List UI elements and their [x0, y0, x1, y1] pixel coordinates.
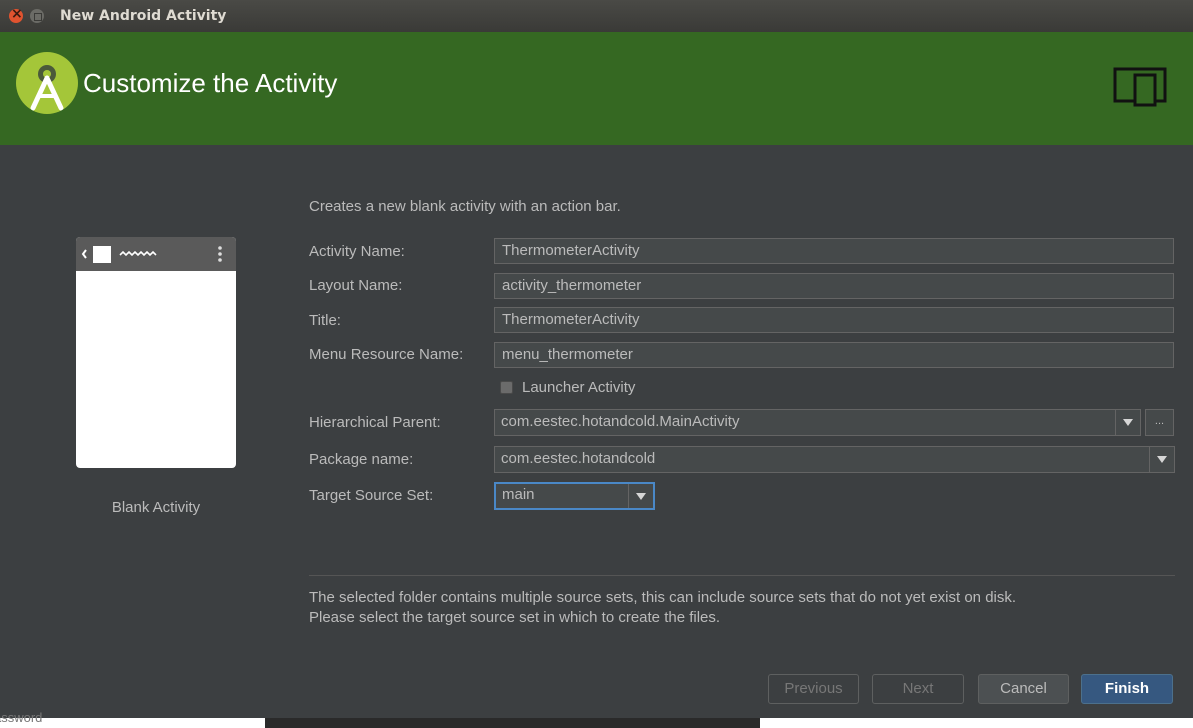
- chevron-down-icon[interactable]: [1149, 447, 1174, 472]
- activity-name-field[interactable]: ThermometerActivity: [494, 238, 1174, 264]
- page-title: Customize the Activity: [83, 68, 338, 98]
- preview-action-bar: [76, 237, 236, 271]
- source-set-value: main: [502, 486, 535, 503]
- template-description: Creates a new blank activity with an act…: [309, 198, 621, 215]
- hint-line-2: Please select the target source set in w…: [309, 609, 721, 626]
- activity-preview: [76, 237, 236, 468]
- background-panel: [265, 718, 760, 728]
- browse-parent-button[interactable]: ...: [1145, 409, 1174, 436]
- hierarchical-parent-label: Hierarchical Parent:: [309, 414, 441, 431]
- source-set-combo[interactable]: main: [494, 482, 655, 510]
- previous-button[interactable]: Previous: [768, 674, 859, 704]
- title-label: Title:: [309, 312, 341, 329]
- title-field[interactable]: ThermometerActivity: [494, 307, 1174, 333]
- window-title: New Android Activity: [60, 8, 227, 24]
- background-text: assword: [0, 710, 43, 725]
- launcher-activity-label[interactable]: Launcher Activity: [522, 379, 635, 396]
- activity-name-label: Activity Name:: [309, 243, 405, 260]
- separator: [309, 575, 1175, 576]
- hierarchical-parent-combo[interactable]: com.eestec.hotandcold.MainActivity: [494, 409, 1141, 436]
- layout-name-field[interactable]: activity_thermometer: [494, 273, 1174, 299]
- source-set-label: Target Source Set:: [309, 487, 434, 504]
- cancel-button[interactable]: Cancel: [978, 674, 1069, 704]
- android-studio-logo: [16, 52, 78, 114]
- menu-resource-label: Menu Resource Name:: [309, 346, 464, 363]
- package-name-value: com.eestec.hotandcold: [501, 450, 656, 467]
- layout-name-label: Layout Name:: [309, 277, 403, 294]
- template-name: Blank Activity: [111, 499, 201, 516]
- source-set-hint: The selected folder contains multiple so…: [309, 588, 1016, 628]
- close-window-button[interactable]: [9, 6, 23, 23]
- launcher-activity-checkbox[interactable]: [500, 381, 513, 394]
- menu-resource-field[interactable]: menu_thermometer: [494, 342, 1174, 368]
- device-form-factor-icon: [1113, 67, 1171, 111]
- hint-line-1: The selected folder contains multiple so…: [309, 589, 1017, 606]
- package-name-combo[interactable]: com.eestec.hotandcold: [494, 446, 1175, 473]
- hierarchical-parent-value: com.eestec.hotandcold.MainActivity: [501, 413, 740, 430]
- next-button[interactable]: Next: [872, 674, 964, 704]
- finish-button[interactable]: Finish: [1081, 674, 1173, 704]
- minimize-window-button[interactable]: [30, 9, 44, 23]
- chevron-down-icon[interactable]: [628, 484, 653, 508]
- package-name-label: Package name:: [309, 451, 414, 468]
- chevron-down-icon[interactable]: [1115, 410, 1140, 435]
